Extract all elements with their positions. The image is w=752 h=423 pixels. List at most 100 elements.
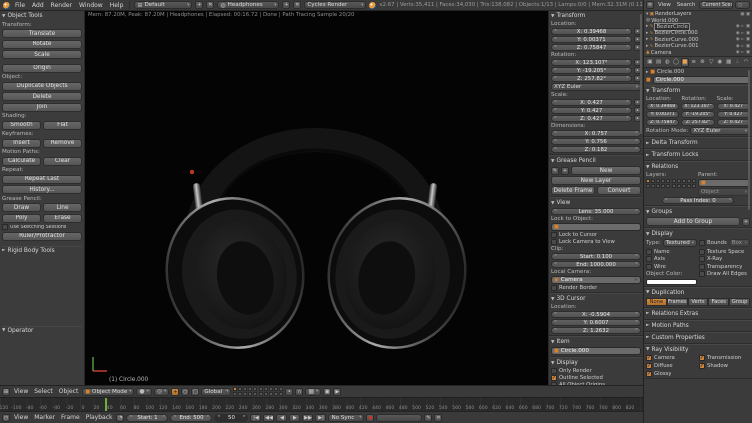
layer-toggle[interactable]: [269, 387, 273, 391]
lock-to-object-field[interactable]: ■: [551, 223, 641, 231]
gp-new-layer-button[interactable]: New Layer: [551, 176, 641, 185]
prop-relations-extras-header[interactable]: ► Relations Extras: [646, 310, 750, 318]
mode-select[interactable]: ■ Object Mode ▾: [82, 388, 134, 396]
layer-toggle[interactable]: [656, 179, 660, 183]
remove-keyframe-button[interactable]: Remove: [43, 139, 82, 148]
layer-toggle[interactable]: [666, 179, 670, 183]
layer-toggle[interactable]: [259, 392, 263, 396]
layer-toggle[interactable]: [253, 392, 257, 396]
clear-paths-button[interactable]: Clear: [43, 157, 82, 166]
tool-shelf-title[interactable]: ▼ Object Tools: [2, 12, 82, 20]
draw-all-edges-checkbox[interactable]: [699, 271, 705, 277]
loc-x[interactable]: X: 0.39468: [646, 103, 679, 110]
playback-button-2[interactable]: ◀: [276, 414, 287, 422]
manipulator-rotate-toggle[interactable]: ○: [181, 388, 189, 396]
operator-panel[interactable]: ▼ Operator: [2, 326, 82, 335]
np-scale-y[interactable]: ◂Y: 0.427▸: [551, 107, 632, 114]
view-menu[interactable]: View: [12, 388, 30, 395]
object-tab[interactable]: ■: [681, 58, 689, 67]
bounds-checkbox[interactable]: [699, 240, 705, 246]
smooth-button[interactable]: Smooth: [2, 121, 41, 130]
flat-button[interactable]: Flat: [43, 121, 82, 130]
manipulator-translate-toggle[interactable]: +: [171, 388, 179, 396]
screen-layout-select[interactable]: ⊞ Default ▾: [134, 1, 192, 9]
menu-window[interactable]: Window: [77, 2, 105, 9]
rigid-body-tools-panel[interactable]: ► Rigid Body Tools: [2, 246, 82, 254]
only-render-checkbox[interactable]: [551, 368, 557, 374]
np-3d-cursor-header[interactable]: ▼ 3D Cursor: [551, 295, 641, 303]
layer-toggle[interactable]: [646, 179, 650, 183]
properties-scrollbar[interactable]: [748, 70, 750, 210]
expand-icon[interactable]: ▸: [646, 31, 648, 36]
select-menu[interactable]: Select: [32, 388, 55, 395]
object-name-field[interactable]: Circle.000: [653, 76, 750, 84]
np-dim-y[interactable]: ◂Y: 0.756▸: [551, 138, 641, 145]
layer-toggle[interactable]: [692, 184, 696, 188]
snap-element-select[interactable]: ▦ ▾: [305, 388, 321, 396]
np-grease-pencil-header[interactable]: ▼ Grease Pencil: [551, 157, 641, 165]
render-tab[interactable]: ▣: [646, 58, 654, 67]
visibility-toggles[interactable]: ◉ ▻ ▣: [736, 37, 750, 42]
constraints-tab[interactable]: ≡: [690, 58, 698, 67]
ruler-protractor-button[interactable]: Ruler/Protractor: [2, 232, 82, 241]
history-button[interactable]: History...: [2, 185, 82, 194]
visibility-toggles[interactable]: ◉ ▻ ▣: [736, 24, 750, 29]
add-icon[interactable]: +: [742, 218, 750, 226]
timeline-playback-menu[interactable]: Playback: [84, 414, 115, 421]
world-tab[interactable]: ◯: [672, 58, 680, 67]
frame-start-field[interactable]: ◂Start: 1▸: [126, 414, 168, 422]
opengl-render-still-icon[interactable]: ▣: [323, 388, 331, 396]
manipulator-scale-toggle[interactable]: □: [191, 388, 199, 396]
prop-display-header[interactable]: ▼ Display: [646, 230, 750, 238]
rot-x[interactable]: X: 123.107°: [681, 103, 714, 110]
origin-button[interactable]: Origin: [2, 64, 82, 73]
modifiers-tab[interactable]: ⊗: [699, 58, 707, 67]
render-engine-select[interactable]: Cycles Render ▾: [304, 1, 366, 9]
scale-button[interactable]: Scale: [2, 50, 82, 59]
loc-y[interactable]: Y: 0.00371: [646, 111, 679, 118]
np-rotation-x[interactable]: ◂X: 123.107°▸: [551, 59, 632, 66]
render-layers-tab[interactable]: ▤: [655, 58, 663, 67]
duplication-group-button[interactable]: Group: [729, 298, 750, 306]
expand-icon[interactable]: ▾: [646, 12, 648, 17]
object-color-swatch[interactable]: [646, 279, 697, 285]
key-insert-icon[interactable]: ✎: [424, 414, 432, 422]
draw-type-select[interactable]: Textured ▾: [663, 239, 697, 247]
lock-camera-checkbox[interactable]: [551, 239, 557, 245]
preview-range-icon[interactable]: ◔: [116, 414, 124, 422]
layer-toggle[interactable]: [661, 179, 665, 183]
timeline-frame-menu[interactable]: Frame: [59, 414, 82, 421]
cursor-x-field[interactable]: ◂X: -0.5904▸: [551, 311, 641, 318]
np-rotation-y[interactable]: ◂Y: -19.205°▸: [551, 67, 632, 74]
prop-ray-visibility-header[interactable]: ▼ Ray Visibility: [646, 346, 750, 354]
layer-toggle[interactable]: [692, 179, 696, 183]
outliner-view-menu[interactable]: View: [656, 2, 673, 8]
rot-z[interactable]: Z: 257.82°: [681, 119, 714, 126]
calculate-paths-button[interactable]: Calculate: [2, 157, 41, 166]
gp-add-icon[interactable]: +: [561, 167, 569, 175]
npanel-scrollbar[interactable]: [640, 14, 642, 134]
layer-toggle[interactable]: [677, 179, 681, 183]
ray-transmission-checkbox[interactable]: [699, 355, 705, 361]
snap-magnet-icon[interactable]: ∩: [295, 388, 303, 396]
pivot-select[interactable]: ◎ ▾: [154, 388, 170, 396]
expand-icon[interactable]: ▸: [646, 44, 648, 49]
timeline-editor-icon[interactable]: ◷: [2, 414, 10, 422]
playback-button-0[interactable]: |◀: [250, 414, 261, 422]
gp-erase-button[interactable]: Erase: [43, 214, 82, 223]
repeat-last-button[interactable]: Repeat Last: [2, 175, 82, 184]
translate-button[interactable]: Translate: [2, 29, 82, 38]
ray-shadow-checkbox[interactable]: [699, 363, 705, 369]
layer-toggle[interactable]: [264, 387, 268, 391]
layer-toggle[interactable]: [274, 392, 278, 396]
scl-y[interactable]: Y: 0.427: [717, 111, 750, 118]
gp-convert-button[interactable]: Convert: [597, 186, 641, 195]
insert-keyframe-button[interactable]: Insert: [2, 139, 41, 148]
np-dim-x[interactable]: ◂X: 0.757▸: [551, 130, 641, 137]
outliner-search-menu[interactable]: Search: [675, 2, 698, 8]
duplication-verts-button[interactable]: Verts: [688, 298, 709, 306]
visibility-toggles[interactable]: ◉ ▻ ▣: [736, 44, 750, 49]
np-item-header[interactable]: ▼ Item: [551, 338, 641, 346]
ray-camera-checkbox[interactable]: [646, 355, 652, 361]
np-scale-z[interactable]: ◂Z: 0.427▸: [551, 115, 632, 122]
